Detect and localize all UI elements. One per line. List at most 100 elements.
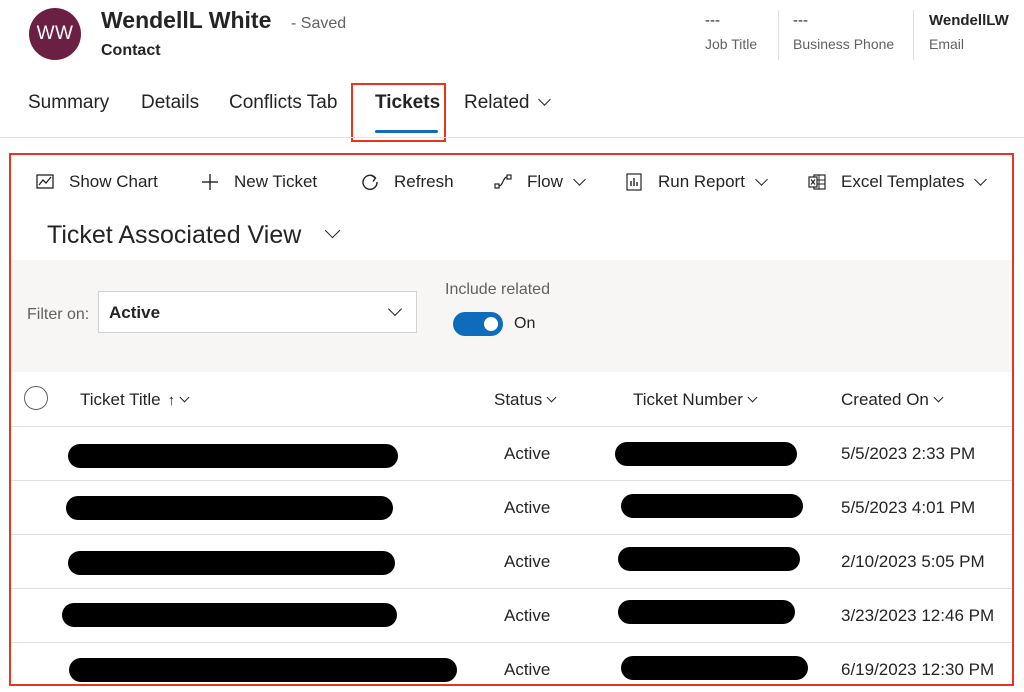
refresh-button[interactable]: Refresh xyxy=(360,172,454,192)
redacted-ticket-number xyxy=(621,494,803,518)
status-cell: Active xyxy=(504,444,551,463)
new-ticket-label: New Ticket xyxy=(234,172,318,191)
redacted-ticket-title xyxy=(62,603,397,627)
redacted-ticket-title xyxy=(66,496,393,520)
created-on-cell: 6/19/2023 12:30 PM xyxy=(841,660,995,679)
show-chart-label: Show Chart xyxy=(69,172,158,191)
status-cell: Active xyxy=(504,552,551,571)
table-row[interactable]: Active 6/19/2023 12:30 PM xyxy=(11,643,1012,684)
excel-templates-label: Excel Templates xyxy=(841,172,965,191)
run-report-button[interactable]: Run Report xyxy=(624,172,768,192)
report-icon xyxy=(626,173,642,191)
redacted-ticket-number xyxy=(618,547,800,571)
chevron-down-icon xyxy=(573,172,586,186)
job-title-value: --- xyxy=(705,12,720,29)
run-report-label: Run Report xyxy=(658,172,745,191)
command-bar: Show Chart New Ticket Refresh Flow Run R… xyxy=(11,165,1012,201)
business-phone-label: Business Phone xyxy=(793,36,895,52)
header-divider xyxy=(913,10,914,60)
form-tabs: Summary Details Conflicts Tab Tickets Re… xyxy=(0,80,1024,130)
redacted-ticket-number xyxy=(615,442,797,466)
email-label: Email xyxy=(929,36,965,52)
filter-dropdown[interactable]: Active xyxy=(98,291,417,333)
show-chart-button[interactable]: Show Chart xyxy=(35,172,158,192)
chevron-down-icon xyxy=(747,392,758,403)
created-on-cell: 3/23/2023 12:46 PM xyxy=(841,606,995,625)
filter-label: Filter on: xyxy=(27,306,90,323)
save-status: - Saved xyxy=(291,15,347,32)
status-cell: Active xyxy=(504,660,551,679)
column-header-label: Ticket Title xyxy=(80,390,161,409)
flow-button[interactable]: Flow xyxy=(493,172,586,192)
job-title-label: Job Title xyxy=(705,36,758,52)
grid-header: Ticket Title ↑ Status Ticket Number Creat… xyxy=(11,372,1012,427)
tickets-tab-highlight xyxy=(351,83,446,142)
tab-related-label: Related xyxy=(464,92,530,113)
column-header-ticket-number[interactable]: Ticket Number xyxy=(633,390,758,410)
select-all-checkbox[interactable] xyxy=(24,386,48,410)
column-header-label: Status xyxy=(494,390,543,409)
redacted-ticket-title xyxy=(68,551,395,575)
header-field-business-phone[interactable]: --- Business Phone xyxy=(793,12,894,52)
column-header-label: Created On xyxy=(841,390,929,409)
chevron-down-icon xyxy=(546,392,557,403)
avatar: WW xyxy=(29,8,81,60)
created-on-cell: 2/10/2023 5:05 PM xyxy=(841,552,985,571)
chevron-down-icon xyxy=(974,172,988,186)
tab-summary[interactable]: Summary xyxy=(28,92,109,114)
chevron-down-icon xyxy=(537,93,551,106)
column-header-label: Ticket Number xyxy=(633,390,743,409)
view-title: Ticket Associated View xyxy=(47,221,302,249)
flow-icon xyxy=(494,174,512,189)
excel-icon xyxy=(808,174,826,190)
include-related-label: Include related xyxy=(445,281,550,298)
header-field-email[interactable]: WendellLW Email xyxy=(929,12,1009,52)
filter-bar: Filter on: Active Include related On xyxy=(11,260,1012,372)
table-row[interactable]: Active 5/5/2023 2:33 PM xyxy=(11,427,1012,481)
new-ticket-button[interactable]: New Ticket xyxy=(200,172,317,192)
excel-templates-button[interactable]: Excel Templates xyxy=(807,172,988,192)
table-row[interactable]: Active 2/10/2023 5:05 PM xyxy=(11,535,1012,589)
flow-label: Flow xyxy=(527,172,563,191)
chevron-down-icon xyxy=(933,392,944,403)
email-value: WendellLW xyxy=(929,12,1009,29)
toggle-knob xyxy=(484,317,498,331)
created-on-cell: 5/5/2023 2:33 PM xyxy=(841,444,976,463)
column-header-created-on[interactable]: Created On xyxy=(841,390,944,410)
record-name: WendellL White xyxy=(101,7,272,33)
status-cell: Active xyxy=(504,498,551,517)
business-phone-value: --- xyxy=(793,12,808,29)
plus-icon xyxy=(202,174,218,190)
tab-details[interactable]: Details xyxy=(141,92,199,114)
redacted-ticket-number xyxy=(621,656,808,680)
chevron-down-icon xyxy=(755,172,768,186)
table-row[interactable]: Active 3/23/2023 12:46 PM xyxy=(11,589,1012,643)
status-cell: Active xyxy=(504,606,551,625)
header-field-job-title[interactable]: --- Job Title xyxy=(705,12,757,52)
refresh-label: Refresh xyxy=(394,172,454,191)
redacted-ticket-title xyxy=(69,658,457,682)
chart-icon xyxy=(36,174,54,189)
chevron-down-icon xyxy=(387,301,403,317)
include-related-state: On xyxy=(514,315,536,332)
include-related-toggle[interactable] xyxy=(453,312,503,336)
chevron-down-icon xyxy=(179,392,190,403)
column-header-ticket-title[interactable]: Ticket Title ↑ xyxy=(80,390,190,410)
tab-conflicts[interactable]: Conflicts Tab xyxy=(229,92,337,114)
tickets-subgrid-panel: Show Chart New Ticket Refresh Flow Run R… xyxy=(9,153,1014,686)
table-row[interactable]: Active 5/5/2023 4:01 PM xyxy=(11,481,1012,535)
created-on-cell: 5/5/2023 4:01 PM xyxy=(841,498,976,517)
filter-value: Active xyxy=(109,303,161,322)
record-header: WW WendellL White - Saved Contact --- Jo… xyxy=(0,0,1024,78)
tab-related[interactable]: Related xyxy=(464,92,551,114)
redacted-ticket-number xyxy=(618,600,795,624)
sort-ascending-icon: ↑ xyxy=(167,392,176,409)
view-selector[interactable]: Ticket Associated View xyxy=(47,221,341,250)
redacted-ticket-title xyxy=(68,444,398,468)
chevron-down-icon xyxy=(325,222,341,239)
header-divider xyxy=(778,10,779,60)
column-header-status[interactable]: Status xyxy=(494,390,557,410)
tabs-divider xyxy=(0,137,1024,138)
record-entity-type: Contact xyxy=(101,42,161,59)
refresh-icon xyxy=(362,174,378,191)
